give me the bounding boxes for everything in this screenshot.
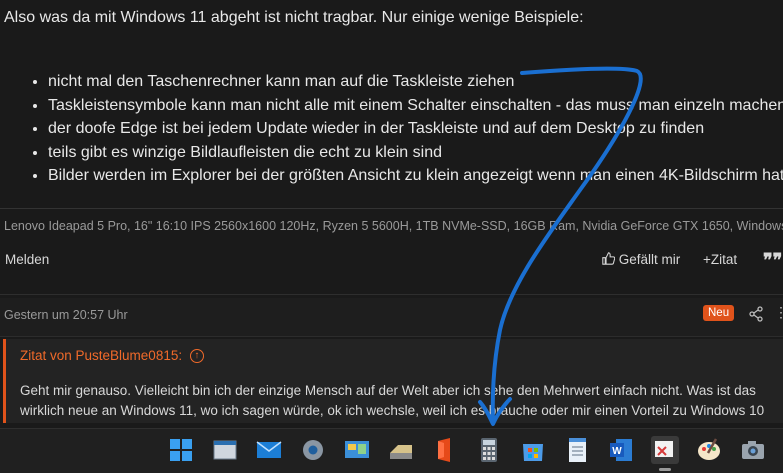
list-item: teils gibt es winzige Bildlaufleisten di…	[48, 141, 783, 165]
new-badge: Neu	[703, 305, 735, 321]
notepad-icon[interactable]	[562, 435, 592, 465]
word-icon[interactable]: W	[606, 435, 636, 465]
quote-header[interactable]: Zitat von PusteBlume0815: ↑	[20, 348, 204, 364]
quote-label: Zitat	[710, 252, 738, 267]
control-panel-icon[interactable]	[342, 435, 372, 465]
taskbar: W	[0, 428, 783, 473]
list-item: der doofe Edge ist bei jedem Update wied…	[48, 117, 783, 141]
settings-icon[interactable]	[298, 435, 328, 465]
quote-block: Zitat von PusteBlume0815: ↑ Geht mir gen…	[3, 339, 783, 423]
signature: Lenovo Ideapad 5 Pro, 16" 16:10 IPS 2560…	[0, 208, 783, 238]
mail-icon[interactable]	[254, 435, 284, 465]
quote-line: Geht mir genauso. Vielleicht bin ich der…	[20, 383, 756, 398]
post-header: Gestern um 20:57 Uhr Neu ⋮	[0, 298, 783, 337]
like-button[interactable]: Gefällt mir	[602, 252, 680, 267]
report-button[interactable]: Melden	[5, 252, 49, 267]
quote-text: Geht mir genauso. Vielleicht bin ich der…	[20, 381, 764, 421]
scanner-icon[interactable]	[386, 435, 416, 465]
like-label: Gefällt mir	[618, 252, 681, 267]
quote-marks-icon[interactable]: ❞❞	[763, 250, 782, 271]
active-indicator	[659, 468, 671, 471]
more-icon[interactable]: ⋮	[774, 304, 783, 321]
camera-icon[interactable]	[738, 435, 768, 465]
windows-start-icon[interactable]	[166, 435, 196, 465]
post-timestamp[interactable]: Gestern um 20:57 Uhr	[4, 308, 128, 322]
quote-line: wirklich neue an Windows 11, wo ich sage…	[20, 403, 765, 418]
store-icon[interactable]	[518, 435, 548, 465]
share-icon[interactable]	[748, 306, 764, 322]
post-actions: Melden Gefällt mir +Zitat ❞❞	[0, 248, 783, 274]
quote-author: Zitat von PusteBlume0815:	[20, 348, 183, 363]
post-intro: Also was da mit Windows 11 abgeht ist ni…	[4, 9, 584, 26]
thumbs-up-icon	[602, 252, 616, 265]
list-item: Bilder werden im Explorer bei der größte…	[48, 164, 783, 188]
list-item: nicht mal den Taschenrechner kann man au…	[48, 70, 783, 94]
bullet-list: nicht mal den Taschenrechner kann man au…	[30, 70, 783, 188]
svg-text:W: W	[612, 446, 622, 457]
window-icon[interactable]	[210, 435, 240, 465]
office-icon[interactable]	[430, 435, 460, 465]
paint-icon[interactable]	[694, 435, 724, 465]
quote-button[interactable]: +Zitat	[703, 252, 737, 267]
plus-icon: +	[703, 252, 711, 267]
list-item: Taskleistensymbole kann man nicht alle m…	[48, 94, 783, 118]
calculator-icon[interactable]	[474, 435, 504, 465]
divider	[0, 294, 783, 295]
snipping-tool-icon[interactable]	[650, 435, 680, 465]
arrow-up-icon[interactable]: ↑	[189, 349, 204, 364]
